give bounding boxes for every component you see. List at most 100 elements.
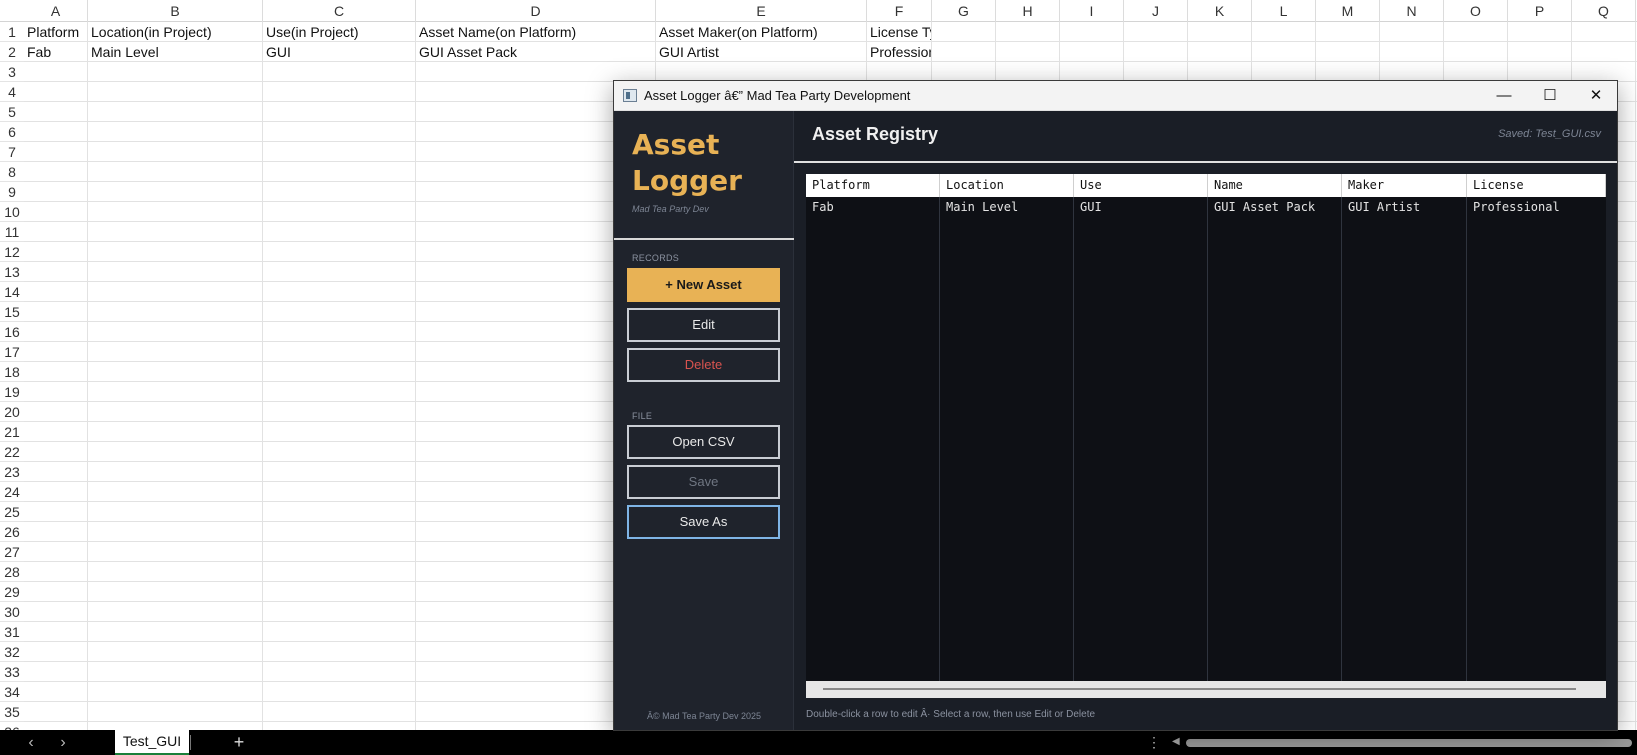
new-asset-button[interactable]: + New Asset (627, 268, 780, 302)
sheet-tab-test-gui[interactable]: Test_GUI (115, 730, 189, 755)
row-number-23[interactable]: 23 (0, 462, 24, 482)
cell[interactable]: Platform (24, 22, 87, 42)
cell[interactable]: Main Level (88, 42, 262, 62)
table-cell[interactable]: GUI Artist (1342, 197, 1467, 217)
table-cell[interactable]: GUI Asset Pack (1208, 197, 1342, 217)
close-icon[interactable]: ✕ (1573, 81, 1617, 111)
row-number-5[interactable]: 5 (0, 102, 24, 122)
more-options-icon[interactable]: ⋮ (1147, 734, 1161, 751)
table-column-header-name[interactable]: Name (1208, 174, 1342, 197)
column-header-n[interactable]: N (1380, 0, 1444, 22)
table-column-header-license[interactable]: License (1467, 174, 1606, 197)
column-header-d[interactable]: D (416, 0, 656, 22)
chevron-left-icon[interactable]: ‹ (21, 733, 41, 752)
cell[interactable]: Fab (24, 42, 87, 62)
row-number-22[interactable]: 22 (0, 442, 24, 462)
table-column-header-location[interactable]: Location (940, 174, 1074, 197)
cell[interactable]: GUI Asset Pack (416, 42, 655, 62)
row-number-12[interactable]: 12 (0, 242, 24, 262)
cell[interactable]: GUI (263, 42, 415, 62)
row-number-9[interactable]: 9 (0, 182, 24, 202)
row-number-28[interactable]: 28 (0, 562, 24, 582)
row-number-30[interactable]: 30 (0, 602, 24, 622)
column-header-k[interactable]: K (1188, 0, 1252, 22)
row-number-4[interactable]: 4 (0, 82, 24, 102)
column-header-m[interactable]: M (1316, 0, 1380, 22)
scrollbar-thumb[interactable] (823, 688, 1576, 690)
row-number-17[interactable]: 17 (0, 342, 24, 362)
row-number-25[interactable]: 25 (0, 502, 24, 522)
table-column-header-maker[interactable]: Maker (1342, 174, 1467, 197)
scroll-left-icon[interactable]: ◀ (1172, 736, 1182, 748)
row-number-18[interactable]: 18 (0, 362, 24, 382)
minimize-icon[interactable]: — (1481, 81, 1527, 111)
add-sheet-icon[interactable]: + (229, 732, 249, 752)
row-number-7[interactable]: 7 (0, 142, 24, 162)
column-header-b[interactable]: B (88, 0, 263, 22)
table-horizontal-scrollbar[interactable] (806, 681, 1606, 698)
row-number-13[interactable]: 13 (0, 262, 24, 282)
column-header-p[interactable]: P (1508, 0, 1572, 22)
maximize-icon[interactable]: ☐ (1527, 81, 1573, 111)
column-header-c[interactable]: C (263, 0, 416, 22)
row-number-34[interactable]: 34 (0, 682, 24, 702)
row-number-1[interactable]: 1 (0, 22, 24, 42)
column-header-i[interactable]: I (1060, 0, 1124, 22)
column-header-o[interactable]: O (1444, 0, 1508, 22)
save-button[interactable]: Save (627, 465, 780, 499)
asset-table[interactable]: Platform Location Use Name Maker License Fab M… (806, 174, 1606, 681)
cell[interactable]: GUI Artist (656, 42, 866, 62)
row-number-11[interactable]: 11 (0, 222, 24, 242)
row-number-27[interactable]: 27 (0, 542, 24, 562)
column-header-a[interactable]: A (24, 0, 88, 22)
table-cell[interactable]: Professional (1467, 197, 1606, 217)
row-number-2[interactable]: 2 (0, 42, 24, 62)
cell[interactable]: License Type (867, 22, 931, 42)
cell[interactable]: Use(in Project) (263, 22, 415, 42)
copyright-footer: Â© Mad Tea Party Dev 2025 (646, 711, 762, 721)
column-header-l[interactable]: L (1252, 0, 1316, 22)
column-header-e[interactable]: E (656, 0, 867, 22)
column-header-f[interactable]: F (867, 0, 932, 22)
open-csv-button[interactable]: Open CSV (627, 425, 780, 459)
horizontal-scrollbar[interactable] (1186, 739, 1632, 747)
row-number-33[interactable]: 33 (0, 662, 24, 682)
cell[interactable]: Location(in Project) (88, 22, 262, 42)
row-number-24[interactable]: 24 (0, 482, 24, 502)
row-number-29[interactable]: 29 (0, 582, 24, 602)
delete-button[interactable]: Delete (627, 348, 780, 382)
row-number-19[interactable]: 19 (0, 382, 24, 402)
column-header-h[interactable]: H (996, 0, 1060, 22)
table-column-header-use[interactable]: Use (1074, 174, 1208, 197)
cell[interactable]: Asset Name(on Platform) (416, 22, 655, 42)
column-header-q[interactable]: Q (1572, 0, 1636, 22)
table-cell[interactable]: Fab (806, 197, 940, 217)
table-column-divider (1466, 197, 1467, 681)
row-number-16[interactable]: 16 (0, 322, 24, 342)
chevron-right-icon[interactable]: › (53, 733, 73, 752)
table-cell[interactable]: Main Level (940, 197, 1074, 217)
row-number-15[interactable]: 15 (0, 302, 24, 322)
save-as-button[interactable]: Save As (627, 505, 780, 539)
row-number-3[interactable]: 3 (0, 62, 24, 82)
row-number-36[interactable]: 36 (0, 722, 24, 730)
row-number-8[interactable]: 8 (0, 162, 24, 182)
row-number-35[interactable]: 35 (0, 702, 24, 722)
table-cell[interactable]: GUI (1074, 197, 1208, 217)
row-number-26[interactable]: 26 (0, 522, 24, 542)
column-header-g[interactable]: G (932, 0, 996, 22)
row-number-31[interactable]: 31 (0, 622, 24, 642)
row-number-14[interactable]: 14 (0, 282, 24, 302)
table-column-header-platform[interactable]: Platform (806, 174, 940, 197)
row-number-21[interactable]: 21 (0, 422, 24, 442)
cell[interactable]: Asset Maker(on Platform) (656, 22, 866, 42)
row-number-20[interactable]: 20 (0, 402, 24, 422)
column-header-j[interactable]: J (1124, 0, 1188, 22)
edit-button[interactable]: Edit (627, 308, 780, 342)
row-number-6[interactable]: 6 (0, 122, 24, 142)
row-number-10[interactable]: 10 (0, 202, 24, 222)
row-number-32[interactable]: 32 (0, 642, 24, 662)
window-titlebar[interactable]: Asset Logger â€” Mad Tea Party Developme… (614, 81, 1617, 111)
cell[interactable]: Professional (867, 42, 931, 62)
sidebar-divider (614, 238, 794, 240)
